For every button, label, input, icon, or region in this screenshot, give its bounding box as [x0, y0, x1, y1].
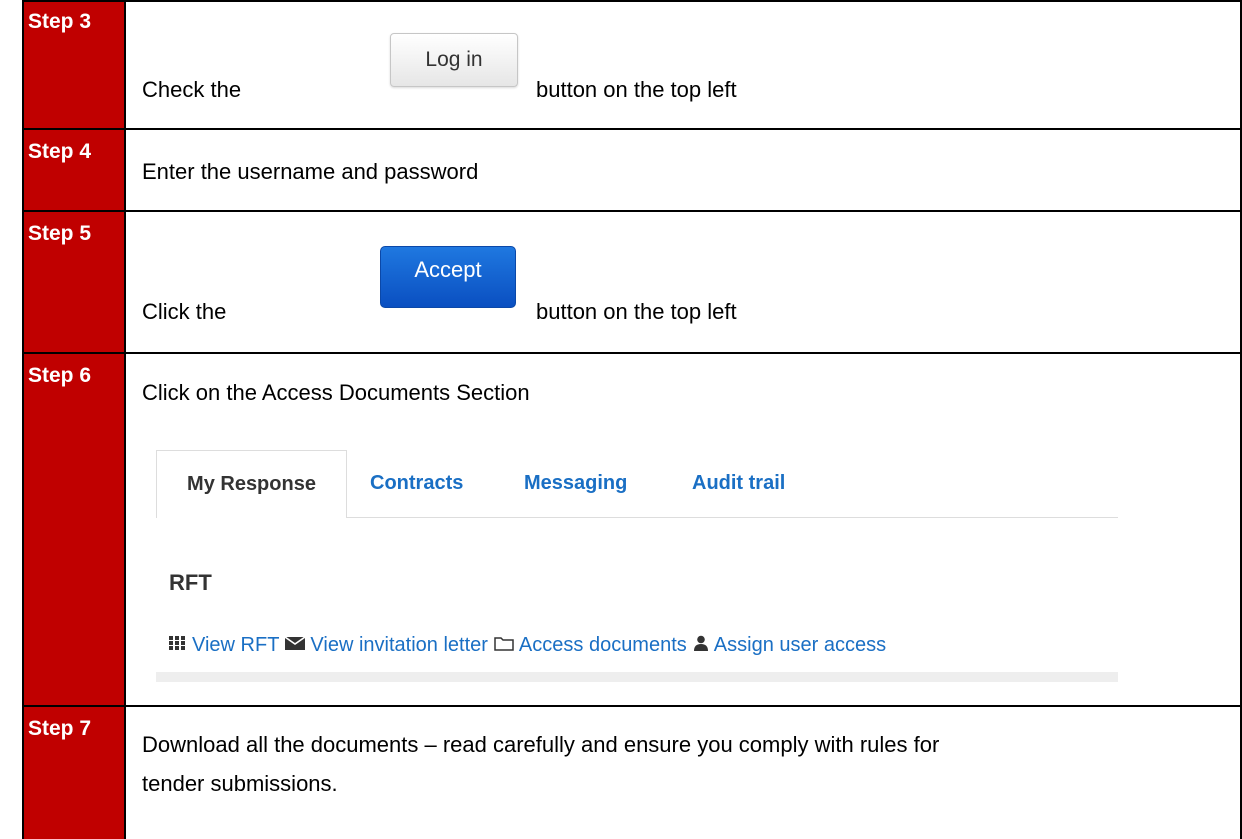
step-label-cell: Step 4	[22, 130, 126, 210]
step-text: button on the top left	[536, 299, 737, 324]
step-text: button on the top left	[536, 77, 737, 102]
tab-my-response[interactable]: My Response	[156, 450, 347, 518]
step-content: Click on the Access Documents Section My…	[126, 354, 1240, 705]
step-content: Check the Log in button on the top left	[126, 0, 1240, 128]
grid-icon	[169, 634, 187, 657]
step-text: Click on the Access Documents Section	[142, 380, 530, 405]
view-invitation-letter-link[interactable]: View invitation letter	[310, 634, 488, 657]
tab-divider	[347, 517, 1118, 518]
user-icon	[693, 634, 709, 657]
step-text-line: tender submissions.	[142, 771, 338, 796]
step-content: Click the Accept button on the top left	[126, 212, 1240, 352]
step-row: Step 5 Click the Accept button on the to…	[22, 212, 1242, 354]
step-label-cell: Step 5	[22, 212, 126, 352]
view-rft-link[interactable]: View RFT	[192, 634, 279, 657]
tab-messaging[interactable]: Messaging	[524, 472, 627, 495]
tab-contracts[interactable]: Contracts	[370, 472, 463, 495]
assign-user-access-link[interactable]: Assign user access	[714, 634, 886, 657]
step-text: Check the	[142, 77, 242, 102]
table-border	[22, 0, 1242, 2]
step-label: Step 5	[28, 222, 92, 245]
step-row: Step 7 Download all the documents – read…	[22, 707, 1242, 839]
step-label-cell: Step 6	[22, 354, 126, 705]
step-label: Step 3	[28, 10, 92, 33]
accept-button[interactable]: Accept	[380, 246, 516, 308]
step-text-line: Download all the documents – read carefu…	[142, 732, 940, 757]
response-panel: My Response Contracts Messaging Audit tr…	[156, 444, 1118, 684]
table-border	[22, 0, 24, 839]
step-label-cell: Step 7	[22, 707, 126, 839]
step-row: Step 4 Enter the username and password	[22, 130, 1242, 212]
step-content: Download all the documents – read carefu…	[126, 707, 1240, 839]
login-button[interactable]: Log in	[390, 33, 518, 87]
step-content: Enter the username and password	[126, 130, 1240, 210]
step-label: Step 4	[28, 140, 92, 163]
folder-icon	[494, 634, 514, 657]
action-links: View RFT View invitation letter Access d…	[169, 634, 886, 657]
step-label-cell: Step 3	[22, 0, 126, 128]
access-documents-link[interactable]: Access documents	[519, 634, 687, 657]
envelope-icon	[284, 634, 306, 657]
step-label: Step 7	[28, 717, 92, 740]
section-title: RFT	[169, 570, 212, 595]
step-text: Enter the username and password	[142, 159, 479, 184]
panel-footer-bar	[156, 672, 1118, 682]
step-row: Step 6 Click on the Access Documents Sec…	[22, 354, 1242, 707]
step-row: Step 3 Check the Log in button on the to…	[22, 0, 1242, 130]
tab-audit-trail[interactable]: Audit trail	[692, 472, 785, 495]
step-text: Click the	[142, 299, 227, 324]
steps-table: Step 3 Check the Log in button on the to…	[22, 0, 1242, 839]
step-label: Step 6	[28, 364, 92, 387]
